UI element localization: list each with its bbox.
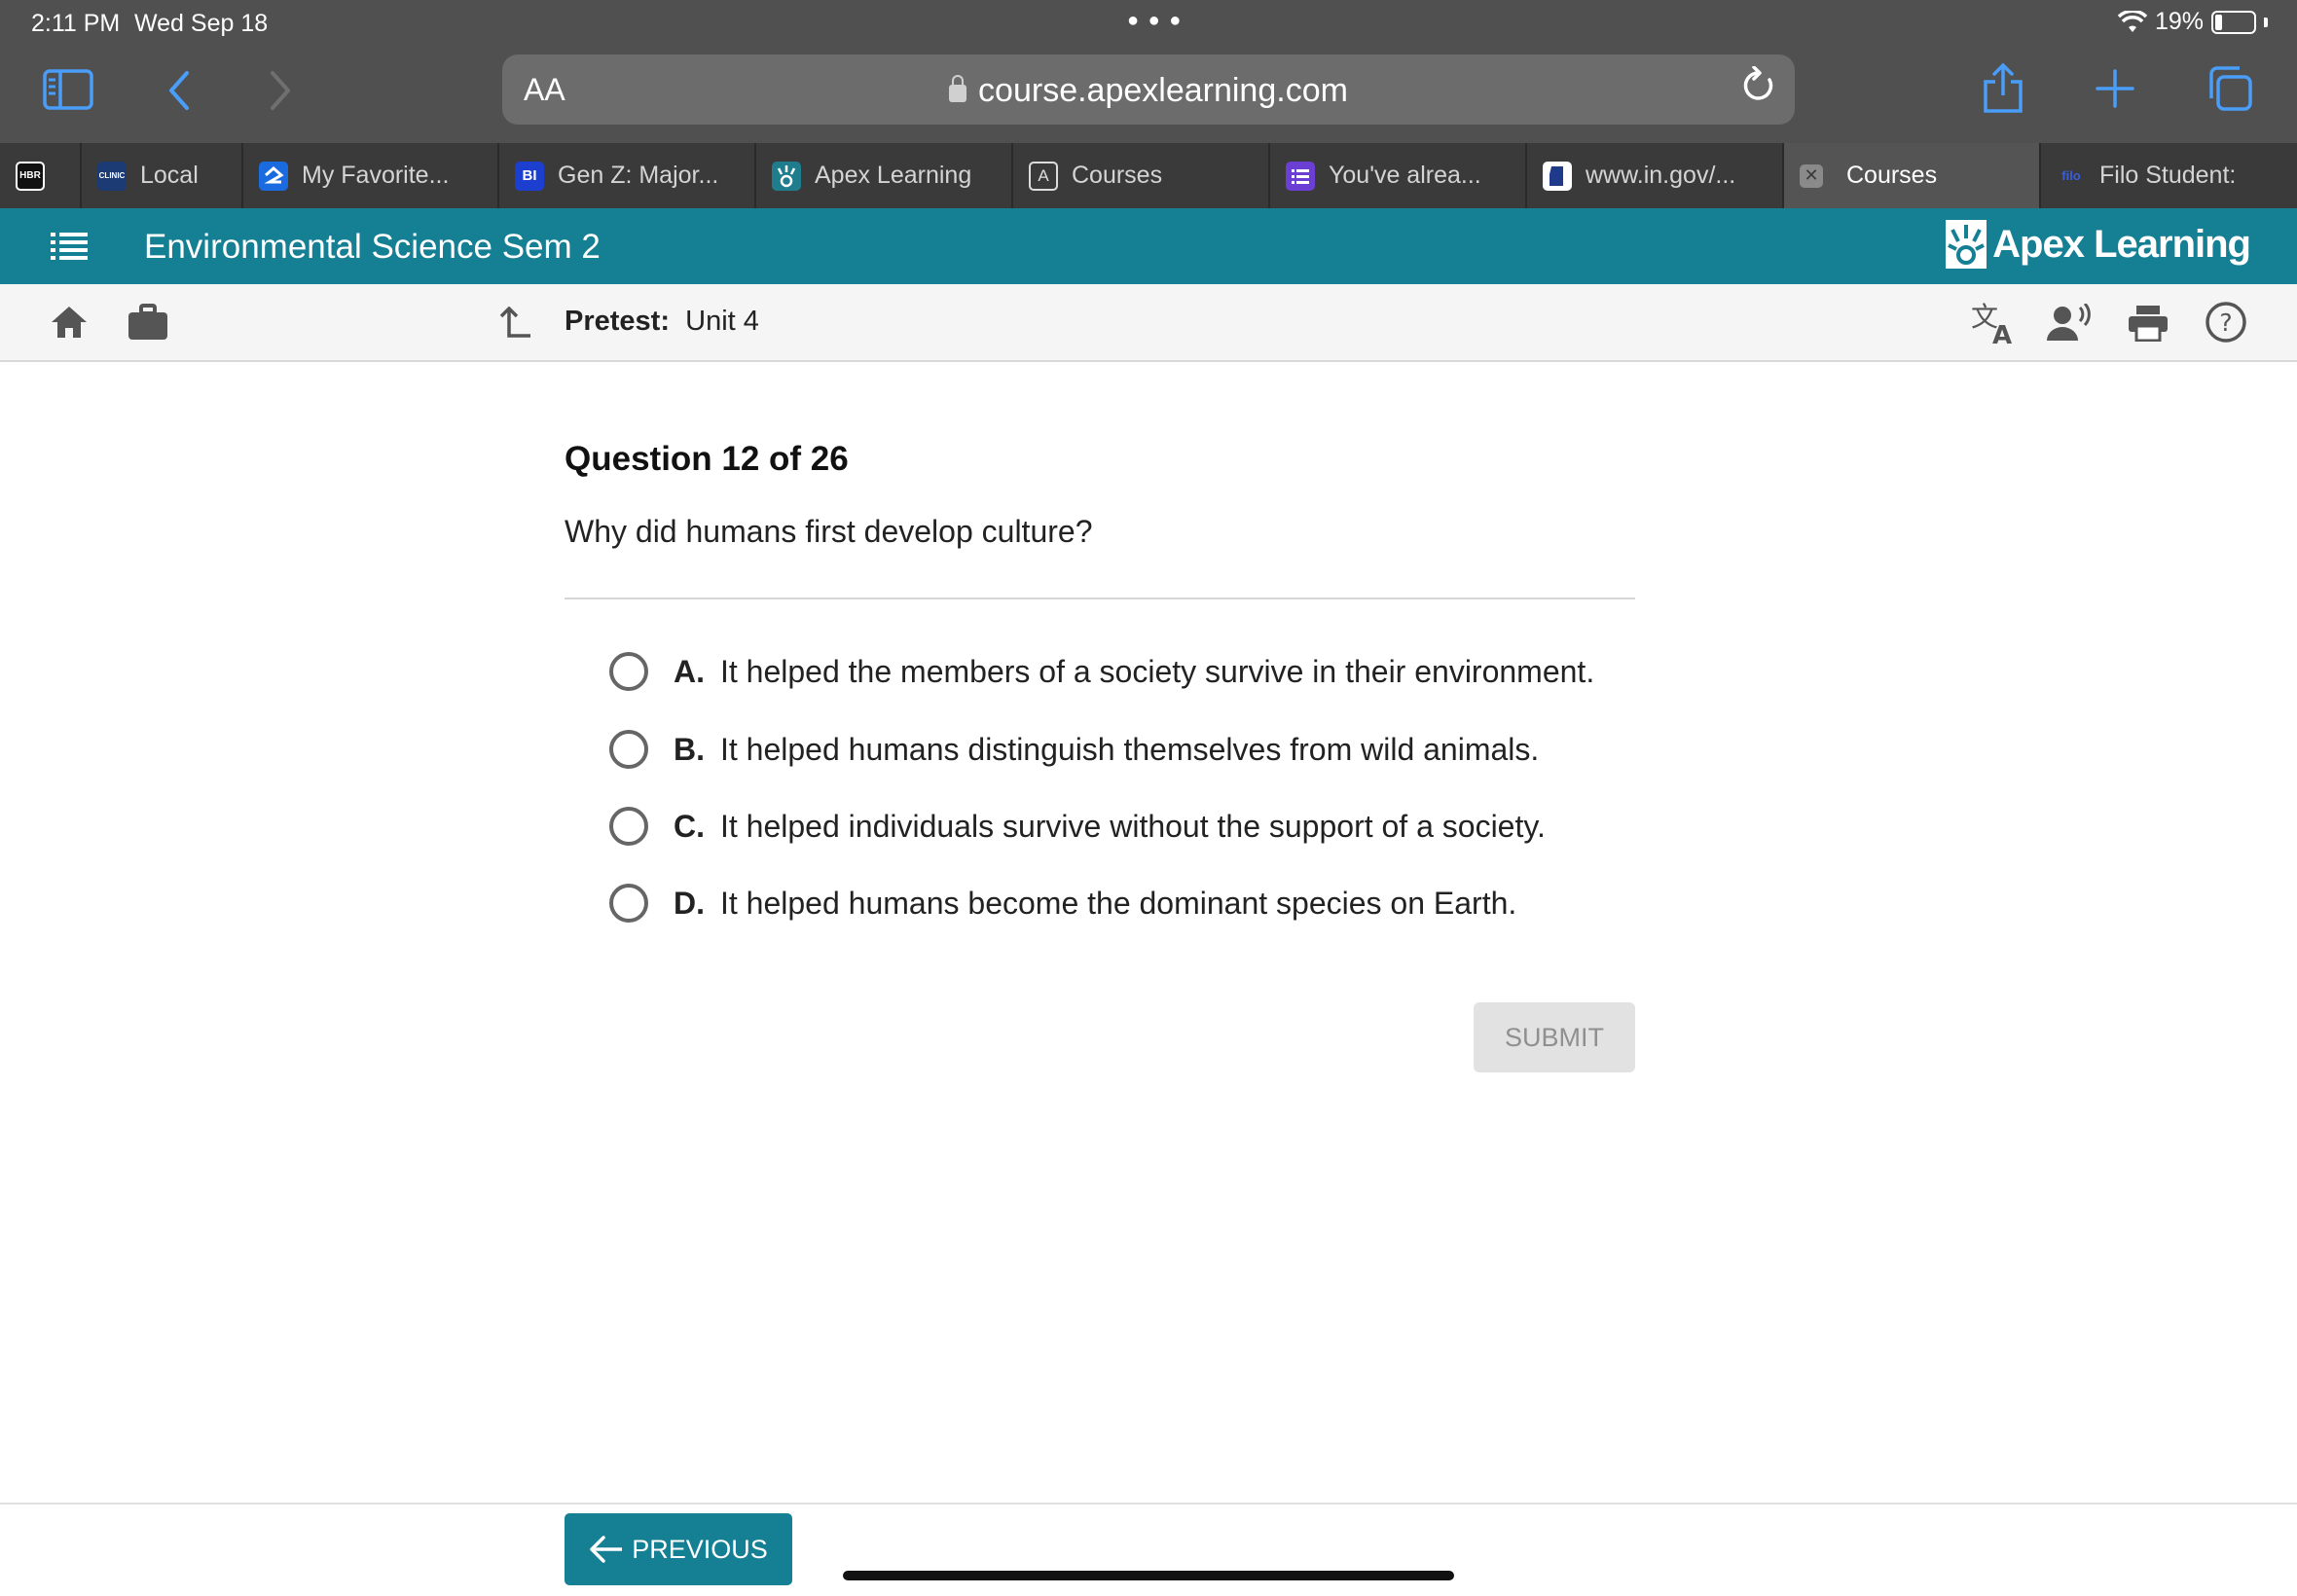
bi-favicon-icon: BI [515,161,544,191]
page: 2:11 PM Wed Sep 18 ● ● ● 19% AA course.a… [0,0,2297,1596]
reload-icon[interactable] [1740,65,1777,115]
battery-fill [2215,14,2222,30]
svg-text:A: A [1992,321,2012,345]
forward-icon[interactable] [261,68,300,113]
radio-button[interactable] [609,652,648,691]
url-display[interactable]: course.apexlearning.com [502,72,1795,110]
zillow-favicon-icon [259,161,288,191]
apex-logo-icon [1946,220,1987,269]
hbr-favicon-icon: HBR [16,161,45,191]
course-menu-icon[interactable] [51,232,88,261]
apex-learning-logo: Apex Learning [1946,220,2251,269]
footer-divider [0,1503,2297,1505]
tab-apex-learning[interactable]: Apex Learning [756,143,1013,208]
status-bar: 2:11 PM Wed Sep 18 ● ● ● 19% [0,0,2297,47]
help-icon[interactable]: ? [2204,300,2248,345]
tab-my-favorite[interactable]: My Favorite... [243,143,499,208]
battery-percent: 19% [2154,8,2204,35]
apex-favicon-icon [772,161,801,191]
tab-local[interactable]: CLINIC Local [82,143,243,208]
safari-toolbar: AA course.apexlearning.com [0,47,2297,143]
tab-label: www.in.gov/... [1586,162,1736,189]
tab-label: Local [140,162,199,189]
option-text: It helped humans distinguish themselves … [720,731,1540,767]
previous-label: PREVIOUS [632,1534,768,1564]
tab-gen-z[interactable]: BI Gen Z: Major... [499,143,756,208]
tab-youve-already[interactable]: You've alrea... [1270,143,1527,208]
option-letter: C. [674,808,705,844]
status-right: 19% [2117,8,2268,36]
submit-button[interactable]: SUBMIT [1474,1002,1635,1072]
breadcrumb: Pretest: Unit 4 [565,306,759,338]
tab-label: My Favorite... [302,162,450,189]
brand-name: Apex Learning [1992,222,2251,266]
a-favicon-icon: A [1029,161,1058,191]
option-letter: B. [674,731,705,767]
tab-overview-icon[interactable] [2206,64,2254,113]
option-letter: A. [674,653,705,689]
course-title: Environmental Science Sem 2 [144,228,601,266]
tab-label: You've alrea... [1329,162,1481,189]
share-icon[interactable] [1980,62,2026,115]
back-icon[interactable] [160,68,199,113]
radio-button[interactable] [609,730,648,769]
filo-favicon-icon: filo [2061,168,2081,183]
url-text: course.apexlearning.com [978,72,1348,109]
option-letter: D. [674,885,705,921]
battery-icon [2211,10,2256,34]
breadcrumb-label: Pretest: [565,306,670,337]
previous-button[interactable]: PREVIOUS [565,1513,792,1585]
radio-button[interactable] [609,807,648,846]
print-icon[interactable] [2126,302,2170,345]
arrow-left-icon [590,1536,623,1563]
tab-label: Filo Student:... [2099,162,2237,189]
list-favicon-icon [1286,161,1315,191]
wifi-icon [2117,10,2147,32]
new-tab-icon[interactable] [2093,66,2137,111]
question-divider [565,598,1635,599]
answer-option-c[interactable]: C. It helped individuals survive without… [609,805,1546,848]
browser-chrome: 2:11 PM Wed Sep 18 ● ● ● 19% AA course.a… [0,0,2297,143]
translate-icon[interactable]: 文A [1970,300,2019,346]
home-icon[interactable] [49,302,90,343]
home-indicator[interactable] [843,1571,1454,1580]
tab-courses-active[interactable]: ✕ Courses [1784,143,2041,208]
status-time: 2:11 PM [31,10,121,37]
tab-label: Gen Z: Major... [558,162,719,189]
return-arrow-icon[interactable] [498,304,533,343]
lock-icon [949,75,967,102]
text-to-speech-icon[interactable] [2046,300,2095,346]
tab-in-gov[interactable]: www.in.gov/... [1527,143,1784,208]
option-text: It helped individuals survive without th… [720,808,1546,844]
radio-button[interactable] [609,884,648,923]
question-heading: Question 12 of 26 [565,440,849,478]
answer-option-a[interactable]: A. It helped the members of a society su… [609,650,1594,693]
in-gov-favicon-icon [1543,161,1572,191]
tab-label: Courses [1846,162,1938,189]
breadcrumb-value: Unit 4 [685,306,759,337]
multitasking-dots-icon[interactable]: ● ● ● [1127,10,1183,32]
sidebar-icon[interactable] [43,68,93,111]
address-bar[interactable]: AA course.apexlearning.com [502,54,1795,125]
option-text: It helped humans become the dominant spe… [720,885,1517,921]
tab-hbr[interactable]: HBR [0,143,82,208]
status-date: Wed Sep 18 [134,10,269,37]
answer-option-d[interactable]: D. It helped humans become the dominant … [609,882,1516,925]
battery-tip [2264,17,2268,27]
tab-label: Courses [1072,162,1163,189]
activity-toolbar: Pretest: Unit 4 文A ? [0,284,2297,362]
question-prompt: Why did humans first develop culture? [565,514,1093,549]
close-tab-icon[interactable]: ✕ [1800,163,1823,188]
tab-strip: HBR CLINIC Local My Favorite... BI Gen Z… [0,143,2297,208]
clinic-favicon-icon: CLINIC [97,161,127,191]
course-header: Environmental Science Sem 2 Apex Learnin… [0,208,2297,284]
answer-option-b[interactable]: B. It helped humans distinguish themselv… [609,728,1539,771]
option-text: It helped the members of a society survi… [720,653,1595,689]
briefcase-icon[interactable] [127,302,169,343]
tab-label: Apex Learning [815,162,972,189]
svg-text:?: ? [2219,308,2232,337]
tab-courses[interactable]: A Courses [1013,143,1270,208]
tab-filo-student[interactable]: filo Filo Student:... [2041,143,2237,208]
